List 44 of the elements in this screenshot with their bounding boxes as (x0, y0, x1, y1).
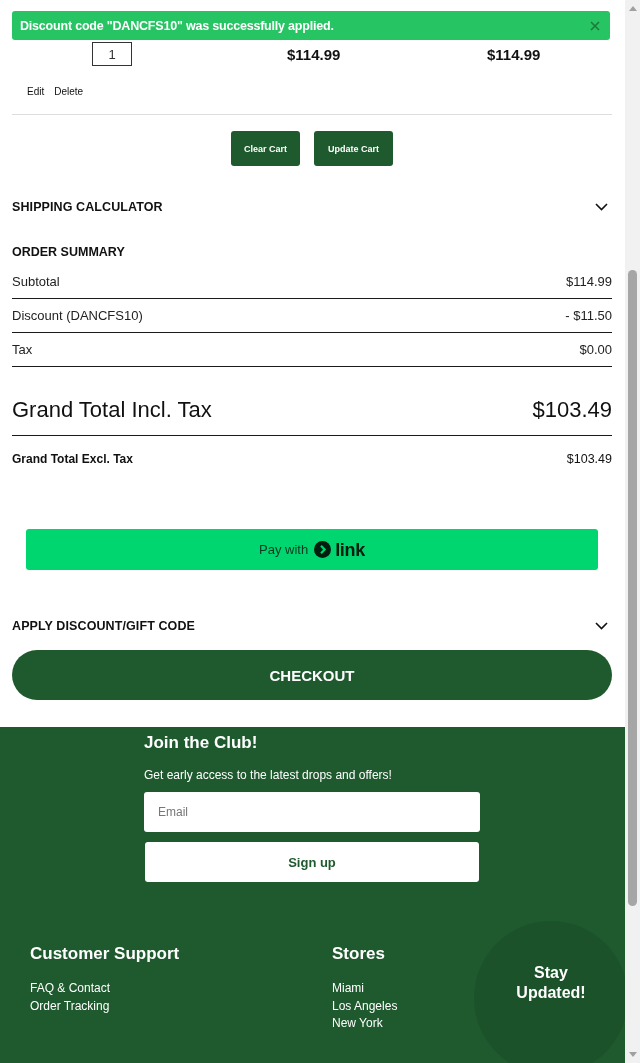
pay-with-link-button[interactable]: Pay with link (26, 529, 598, 570)
footer-link[interactable]: Order Tracking (30, 997, 110, 1015)
discount-code-toggle[interactable]: APPLY DISCOUNT/GIFT CODE (12, 616, 612, 636)
order-summary-title: ORDER SUMMARY (12, 244, 125, 260)
item-price: $114.99 (287, 45, 341, 63)
link-wordmark: link (335, 539, 365, 560)
scrollbar-thumb[interactable] (628, 270, 637, 906)
item-action-link[interactable]: Edit (27, 86, 45, 98)
newsletter-text: Get early access to the latest drops and offers! (144, 767, 392, 783)
footer-link[interactable]: New York (332, 1015, 383, 1033)
summary-value: - $11.50 (565, 308, 612, 323)
summary-value: $114.99 (565, 274, 612, 289)
section-title: SHIPPING CALCULATOR (12, 200, 163, 214)
footer-link[interactable]: FAQ & Contact (30, 980, 111, 998)
grand-total-excl-value: $103.49 (566, 451, 612, 466)
quantity-field[interactable]: 1 (92, 42, 132, 66)
summary-label: Tax (12, 342, 33, 357)
footer-column-title: Stores (332, 943, 385, 965)
update-cart-button[interactable]: Update Cart (314, 131, 393, 166)
footer-link[interactable]: Los Angeles (332, 997, 398, 1015)
newsletter-title: Join the Club! (144, 732, 258, 754)
item-row-total: $114.99 (487, 45, 541, 63)
chevron-circle-icon (314, 541, 332, 558)
clear-cart-button[interactable]: Clear Cart (231, 131, 300, 166)
grand-total-label: Grand Total Incl. Tax (12, 397, 212, 423)
scroll-up-icon[interactable] (629, 6, 637, 11)
toast-message: Discount code "DANCFS10" was successfully applied. (20, 18, 334, 33)
checkout-button[interactable]: CHECKOUT (12, 650, 612, 700)
summary-label: Subtotal (12, 274, 60, 289)
grand-total-excl-label: Grand Total Excl. Tax (12, 451, 133, 466)
sign-up-button[interactable]: Sign up (145, 842, 479, 882)
shipping-calculator-toggle[interactable]: SHIPPING CALCULATOR (12, 197, 612, 217)
grand-total-value: $103.49 (532, 397, 612, 423)
scrollbar[interactable] (625, 0, 640, 1063)
pay-with-label: Pay with (259, 542, 309, 557)
summary-label: Discount (DANCFS10) (12, 308, 143, 323)
summary-value: $0.00 (579, 342, 612, 357)
scroll-down-icon[interactable] (629, 1052, 637, 1057)
email-field[interactable]: Email (144, 792, 480, 832)
item-action-link[interactable]: Delete (54, 86, 84, 98)
footer-column-title: Customer Support (30, 943, 180, 965)
close-icon[interactable] (590, 20, 600, 31)
footer-link[interactable]: Miami (332, 980, 364, 998)
section-title: APPLY DISCOUNT/GIFT CODE (12, 619, 195, 633)
